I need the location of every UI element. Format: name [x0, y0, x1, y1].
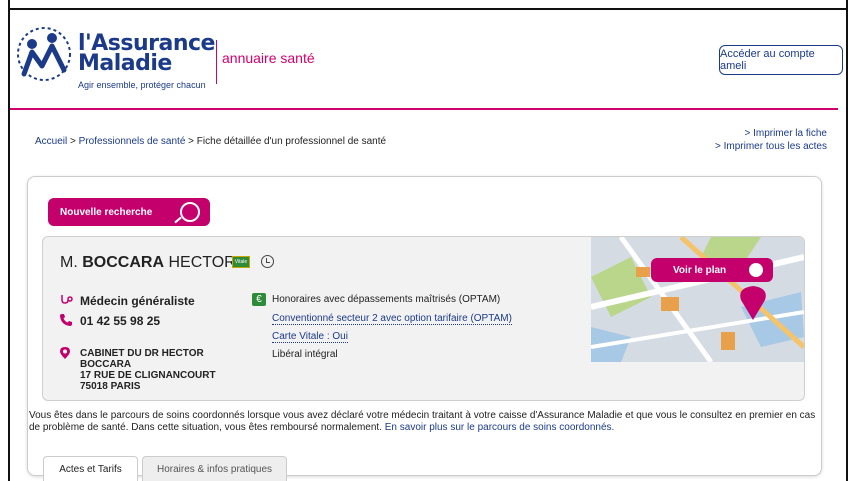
honoraires-label: Honoraires avec dépassements maîtrisés (… — [272, 294, 501, 305]
phone-icon — [60, 314, 72, 326]
liberal-label: Libéral intégral — [272, 349, 338, 360]
account-button[interactable]: Accéder au compte ameli — [719, 45, 843, 75]
map-illustration — [591, 237, 804, 362]
doctor-specialty: Médecin généraliste — [80, 294, 195, 308]
print-links: > Imprimer la fiche > Imprimer tous les … — [715, 127, 827, 153]
logo-title-line2: Maladie — [78, 51, 172, 76]
euro-icon: € — [252, 293, 266, 306]
location-pin-icon — [60, 347, 70, 359]
doctor-first-name: HECTOR — [168, 254, 236, 271]
breadcrumb-home[interactable]: Accueil — [35, 136, 67, 147]
window-border-right — [846, 0, 848, 481]
conventionne-link[interactable]: Conventionné secteur 2 avec option tarif… — [272, 313, 512, 325]
breadcrumb-separator: > — [67, 136, 79, 147]
breadcrumb: Accueil > Professionnels de santé > Fich… — [35, 136, 386, 147]
doctor-last-name: BOCCARA — [82, 254, 165, 271]
site-header: l'Assurance Maladie Agir ensemble, proté… — [10, 10, 846, 110]
address-line: CABINET DU DR HECTOR — [80, 348, 204, 359]
tab-horaires[interactable]: Horaires & infos pratiques — [142, 456, 287, 481]
vitale-card-icon: Vitale — [232, 256, 250, 268]
breadcrumb-separator: > — [185, 136, 197, 147]
address-line: 75018 PARIS — [80, 381, 141, 392]
address-line: 17 RUE DE CLIGNANCOURT — [80, 370, 216, 381]
logo-tagline: Agir ensemble, protéger chacun — [78, 80, 206, 90]
view-map-label: Voir le plan — [673, 264, 727, 276]
doctor-phone[interactable]: 01 42 55 98 25 — [80, 314, 160, 328]
doctor-title: M. — [60, 254, 78, 271]
doctor-name: M. BOCCARA HECTOR — [60, 254, 236, 272]
search-icon — [180, 202, 200, 222]
map-thumbnail[interactable] — [591, 237, 804, 362]
new-search-label: Nouvelle recherche — [60, 206, 153, 218]
address-line: BOCCARA — [80, 359, 132, 370]
breadcrumb-professionals[interactable]: Professionnels de santé — [79, 136, 186, 147]
header-divider — [10, 108, 838, 110]
breadcrumb-current: Fiche détaillée d'un professionnel de sa… — [196, 136, 387, 147]
parcours-link[interactable]: En savoir plus sur le parcours de soins … — [385, 422, 615, 433]
parcours-info: Vous êtes dans le parcours de soins coor… — [29, 410, 824, 434]
annuaire-sante-title: annuaire santé — [222, 50, 315, 66]
logo-icon — [17, 27, 71, 81]
print-sheet-link[interactable]: > Imprimer la fiche — [715, 127, 827, 140]
new-search-button[interactable]: Nouvelle recherche — [48, 198, 210, 226]
tab-actes-tarifs[interactable]: Actes et Tarifs — [43, 456, 138, 481]
map-marker-icon — [749, 263, 763, 277]
map-pin-marker — [740, 286, 766, 320]
assurance-maladie-logo[interactable]: l'Assurance Maladie Agir ensemble, proté… — [14, 20, 224, 90]
clock-icon[interactable] — [261, 255, 274, 268]
stethoscope-icon — [61, 295, 73, 304]
carte-vitale-link[interactable]: Carte Vitale : Oui — [272, 331, 348, 343]
header-separator — [216, 40, 217, 84]
print-acts-link[interactable]: > Imprimer tous les actes — [715, 140, 827, 153]
doctor-address: CABINET DU DR HECTOR BOCCARA 17 RUE DE C… — [80, 348, 230, 392]
